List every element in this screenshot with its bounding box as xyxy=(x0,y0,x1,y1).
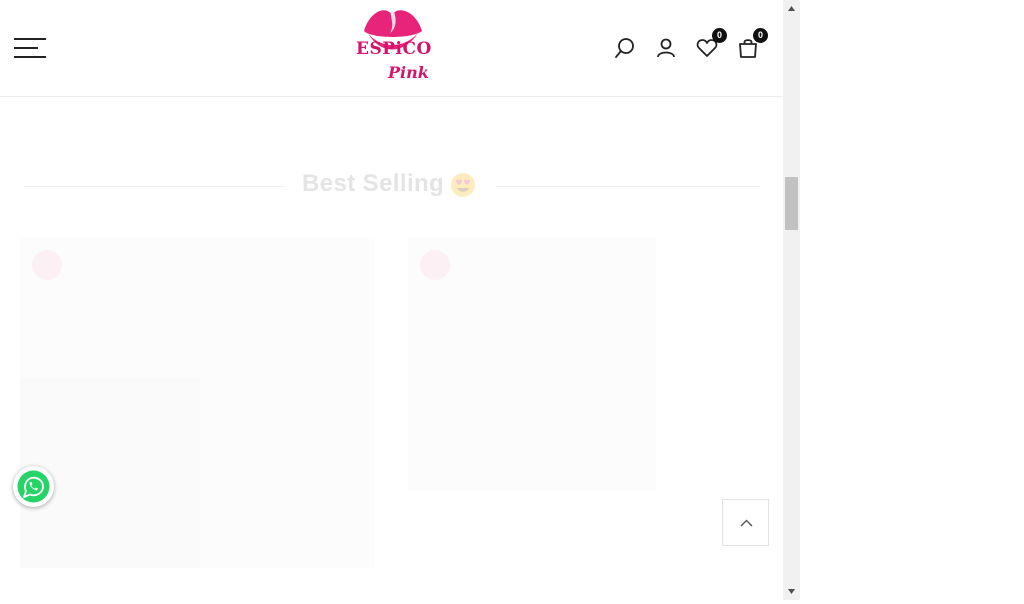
scroll-up-arrow-icon[interactable] xyxy=(783,0,800,17)
wishlist-count-badge: 0 xyxy=(712,28,727,43)
page-viewport: ESPiCO Pink 0 0 Best Selling xyxy=(0,0,783,600)
section-title: Best Selling xyxy=(302,170,445,197)
heading-divider-left xyxy=(24,186,286,187)
scroll-down-arrow-icon[interactable] xyxy=(783,583,800,600)
sale-badge xyxy=(32,250,62,280)
account-icon[interactable] xyxy=(654,36,678,60)
cart-button[interactable]: 0 xyxy=(736,28,768,60)
site-header: ESPiCO Pink 0 0 xyxy=(0,0,783,97)
wishlist-button[interactable]: 0 xyxy=(695,28,727,60)
brand-sub: Pink xyxy=(388,63,429,82)
cart-count-badge: 0 xyxy=(753,28,768,43)
brand-logo[interactable]: ESPiCO Pink xyxy=(352,3,432,93)
chevron-up-icon xyxy=(740,519,753,527)
heart-eyes-emoji-icon xyxy=(451,173,475,197)
product-card[interactable] xyxy=(408,238,656,490)
whatsapp-button[interactable] xyxy=(13,466,54,507)
back-to-top-button[interactable] xyxy=(722,499,769,546)
whatsapp-icon xyxy=(17,470,50,503)
search-icon[interactable] xyxy=(613,36,637,60)
heading-divider-right xyxy=(496,186,760,187)
product-card[interactable] xyxy=(20,238,375,568)
brand-name: ESPiCO xyxy=(356,39,432,59)
scrollbar-thumb[interactable] xyxy=(785,177,798,230)
sale-badge xyxy=(420,250,450,280)
best-selling-heading: Best Selling xyxy=(24,168,760,208)
menu-icon[interactable] xyxy=(14,38,46,58)
vertical-scrollbar[interactable] xyxy=(783,0,800,600)
